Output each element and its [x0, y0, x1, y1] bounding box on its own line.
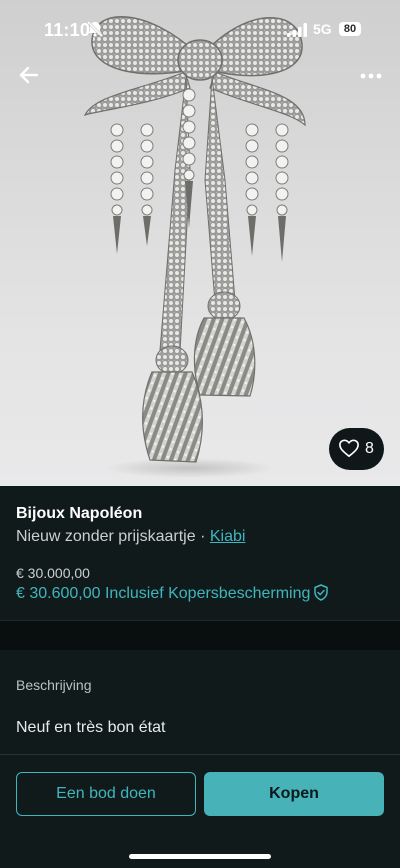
product-image[interactable]: [0, 0, 400, 486]
action-bar: Een bod doen Kopen: [0, 754, 400, 868]
status-bar: 11:10 5G 80: [0, 0, 400, 54]
description-heading: Beschrijving: [16, 677, 92, 693]
battery-icon: 80: [339, 22, 361, 36]
signal-icon: [287, 23, 307, 37]
heart-icon: [339, 439, 359, 457]
clock-time: 11:10: [44, 20, 91, 40]
favorite-count: 8: [365, 440, 374, 457]
network-type: 5G: [313, 21, 332, 37]
item-price: € 30.000,00: [16, 565, 90, 581]
buy-button[interactable]: Kopen: [204, 772, 384, 816]
meta-separator: ·: [195, 528, 210, 545]
description-section: Beschrijving Neuf en très bon état: [0, 650, 400, 754]
make-offer-button[interactable]: Een bod doen: [16, 772, 196, 816]
price-with-protection-label: € 30.600,00 Inclusief Kopersbescherming: [16, 585, 311, 602]
section-divider: [0, 620, 400, 651]
product-meta: Nieuw zonder prijskaartje · Kiabi: [16, 528, 245, 546]
home-indicator[interactable]: [129, 854, 271, 859]
brooch-illustration: [83, 16, 306, 478]
product-condition: Nieuw zonder prijskaartje: [16, 528, 196, 545]
product-title: Bijoux Napoléon: [16, 505, 143, 522]
bell-slash-icon: [86, 20, 104, 38]
arrow-left-icon[interactable]: [14, 60, 44, 90]
description-text: Neuf en très bon état: [16, 719, 166, 736]
more-horizontal-icon[interactable]: [356, 62, 386, 90]
product-info: Bijoux Napoléon Nieuw zonder prijskaartj…: [0, 486, 400, 620]
brand-link[interactable]: Kiabi: [210, 528, 246, 545]
price-with-protection[interactable]: € 30.600,00 Inclusief Kopersbescherming: [16, 584, 329, 603]
favorite-button[interactable]: 8: [329, 428, 384, 470]
shield-check-icon: [314, 584, 329, 601]
